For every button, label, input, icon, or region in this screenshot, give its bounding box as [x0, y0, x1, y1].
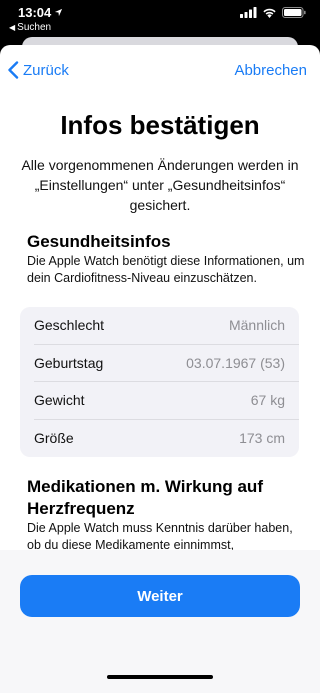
back-to-app-label: Suchen — [17, 22, 52, 33]
status-bar: 13:04 ◀ Suchen — [0, 0, 320, 36]
home-indicator — [107, 675, 213, 679]
back-to-app-link[interactable]: ◀ Suchen — [9, 22, 51, 33]
bottom-bar — [0, 550, 320, 693]
row-value: 03.07.1967 (53) — [186, 354, 285, 371]
medication-heading: Medikationen m. Wirkung auf Herzfrequenz — [27, 477, 263, 518]
table-row-sex[interactable]: Geschlecht Männlich — [34, 307, 299, 345]
continue-button[interactable]: Weiter — [20, 575, 300, 617]
row-label: Geburtstag — [34, 354, 104, 371]
row-label: Gewicht — [34, 392, 85, 408]
cancel-button[interactable]: Abbrechen — [234, 62, 307, 79]
row-value: Männlich — [228, 317, 285, 333]
table-row-height[interactable]: Größe 173 cm — [34, 420, 299, 458]
status-time: 13:04 — [18, 5, 63, 20]
back-button[interactable]: Zurück — [7, 61, 69, 79]
health-info-heading: Gesundheitsinfos — [27, 232, 171, 251]
status-time-text: 13:04 — [18, 5, 52, 20]
back-triangle-icon: ◀ — [9, 23, 16, 32]
row-value: 67 kg — [250, 392, 285, 408]
table-row-weight[interactable]: Gewicht 67 kg — [34, 382, 299, 420]
modal-sheet: Zurück Abbrechen Infos bestätigen Alle v… — [0, 45, 320, 693]
row-label: Größe — [34, 429, 74, 446]
battery-icon — [282, 7, 306, 18]
status-icons — [240, 7, 306, 18]
medication-description: Die Apple Watch muss Kenntnis darüber ha… — [27, 521, 293, 552]
wifi-icon — [263, 8, 276, 18]
table-row-birthday[interactable]: Geburtstag 03.07.1967 (53) — [34, 345, 299, 382]
row-label: Geschlecht — [34, 317, 105, 333]
page-title: Infos bestätigen — [60, 110, 260, 140]
health-info-description: Die Apple Watch benötigt diese Informati… — [27, 254, 305, 285]
back-button-label: Zurück — [23, 61, 69, 79]
row-value: 173 cm — [239, 429, 285, 446]
page-subtitle: Alle vorgenommenen Änderungen werden in … — [21, 157, 299, 213]
chevron-left-icon — [8, 61, 19, 79]
health-info-table: Geschlecht Männlich Geburtstag 03.07.196… — [20, 307, 299, 457]
location-arrow-icon — [55, 8, 63, 17]
cellular-signal-icon — [240, 7, 257, 18]
